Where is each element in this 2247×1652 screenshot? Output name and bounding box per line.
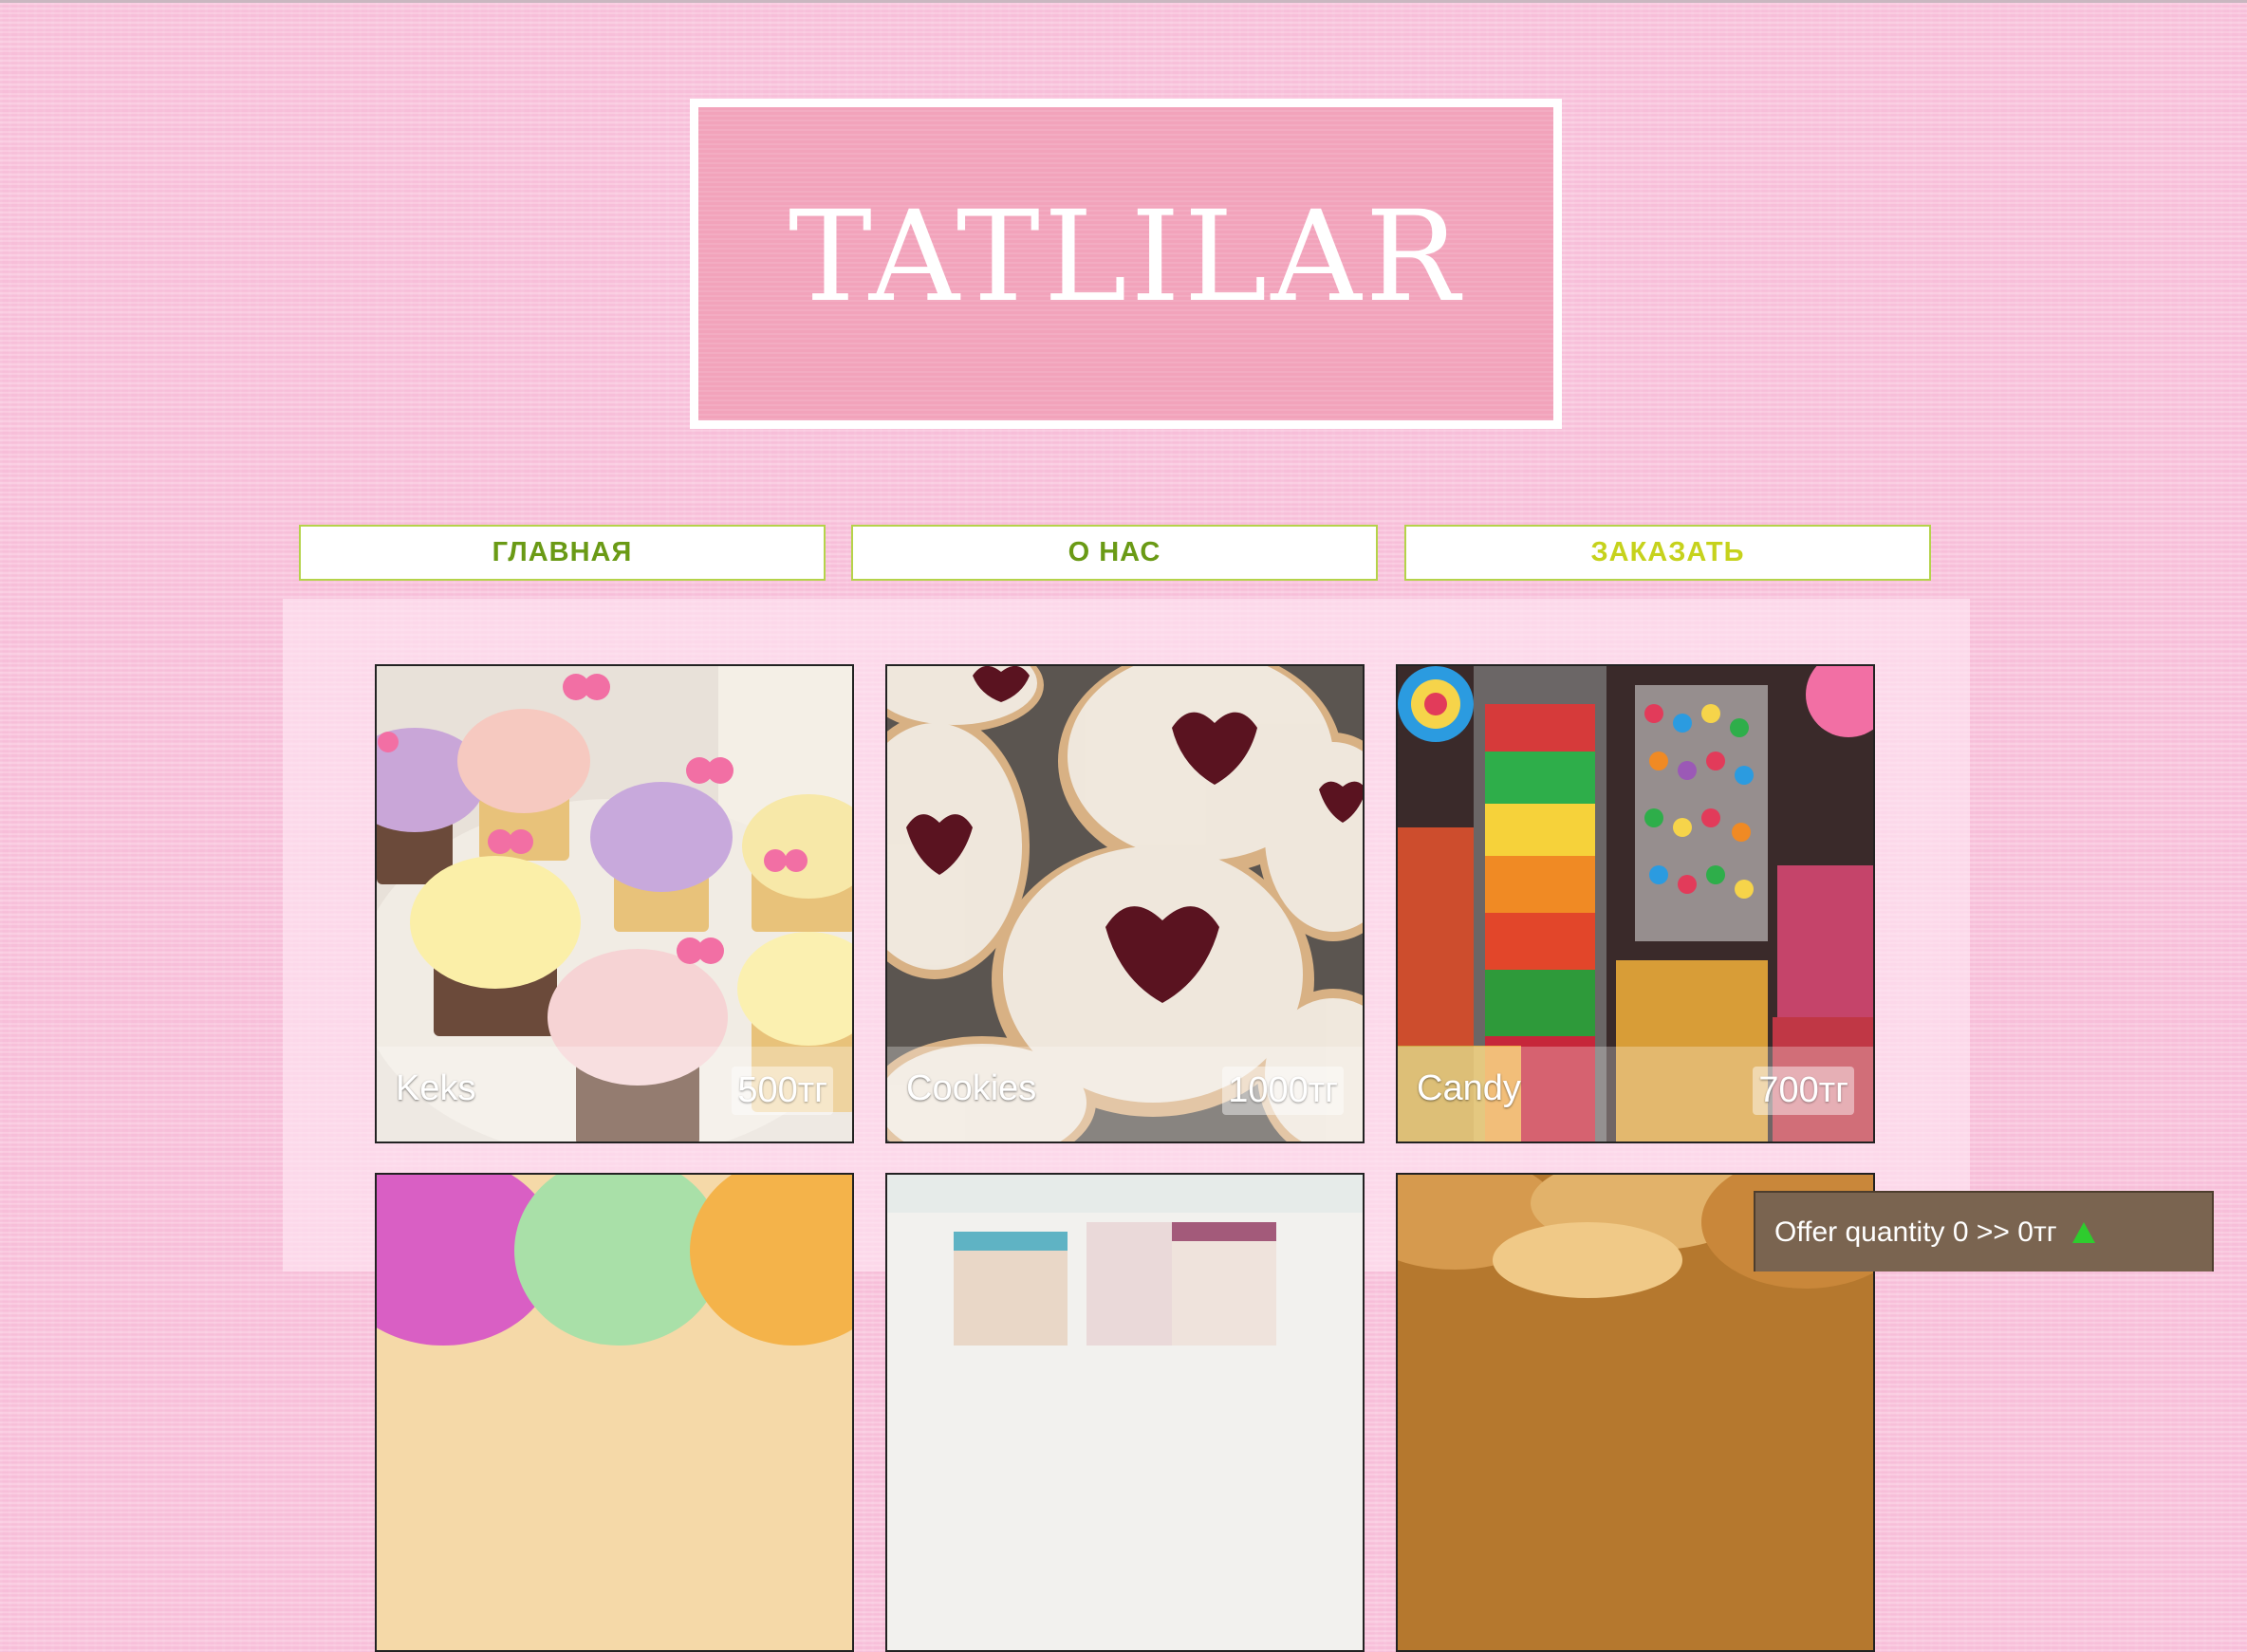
- nav-about[interactable]: О НАС: [851, 525, 1378, 581]
- triangle-up-icon[interactable]: [2071, 1221, 2095, 1243]
- offer-text: Offer quantity 0 >> 0тг: [1774, 1216, 2057, 1248]
- main-nav: ГЛАВНАЯ О НАС ЗАКАЗАТЬ: [299, 525, 1931, 581]
- offer-bar[interactable]: Offer quantity 0 >> 0тг: [1754, 1191, 2214, 1271]
- nav-home[interactable]: ГЛАВНАЯ: [299, 525, 826, 581]
- product-name: Keks: [396, 1068, 476, 1108]
- logo-text: TATLILAR: [788, 184, 1464, 330]
- product-name: Cookies: [906, 1068, 1037, 1108]
- product-panel: Keks 500тг Cookies 1000тг Candy 700тг: [283, 599, 1970, 1652]
- product-card-keks[interactable]: Keks 500тг: [375, 664, 854, 1143]
- product-card-candy[interactable]: Candy 700тг: [1396, 664, 1875, 1143]
- product-card-ice-cream[interactable]: [375, 1173, 854, 1652]
- product-price: 500тг: [732, 1067, 833, 1115]
- ice-cream-image: [377, 1175, 852, 1650]
- gift-boxes-image: [887, 1175, 1363, 1650]
- nav-order[interactable]: ЗАКАЗАТЬ: [1404, 525, 1931, 581]
- logo[interactable]: TATLILAR: [690, 99, 1562, 429]
- product-price: 1000тг: [1222, 1067, 1344, 1115]
- product-price: 700тг: [1753, 1067, 1854, 1115]
- product-name: Candy: [1417, 1068, 1521, 1108]
- product-card-gift-boxes[interactable]: [885, 1173, 1365, 1652]
- product-card-cookies[interactable]: Cookies 1000тг: [885, 664, 1365, 1143]
- window-top-edge: [0, 0, 2247, 3]
